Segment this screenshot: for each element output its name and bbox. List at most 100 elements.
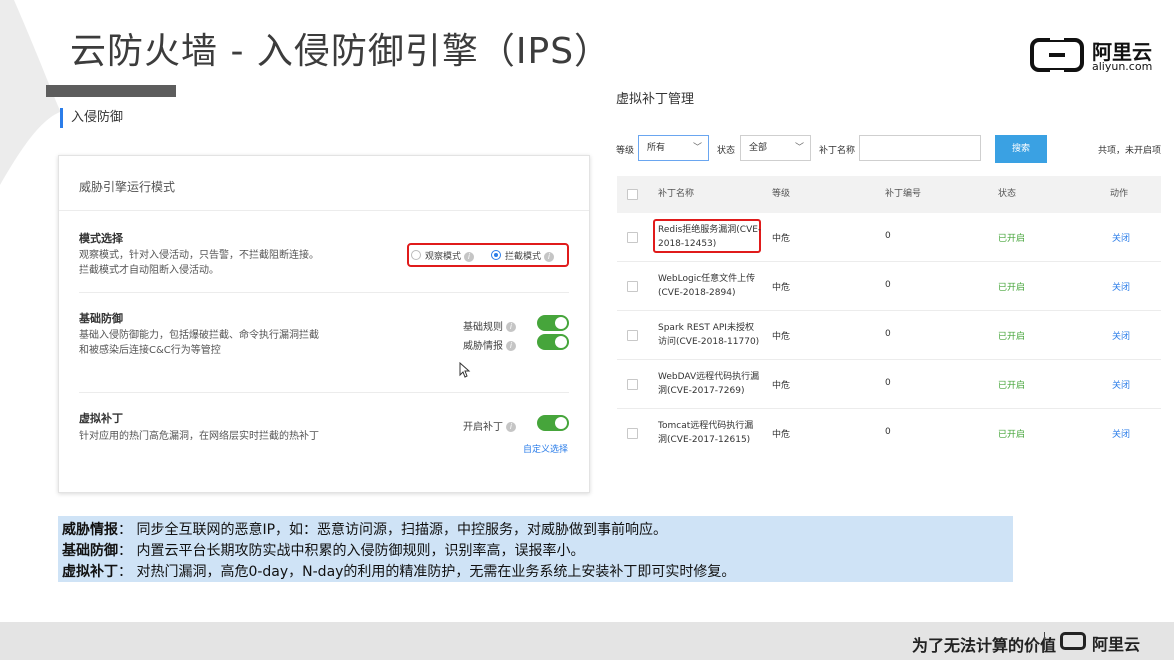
level-select[interactable]: 所有 ﹀: [638, 135, 709, 161]
cell-status: 已开启: [998, 332, 1026, 342]
header-patch-name: 补丁名称: [658, 189, 695, 199]
info-icon: i: [506, 422, 516, 432]
table-row: WebLogic任意文件上传(CVE-2018-2894) 中危 0 已开启 关…: [617, 262, 1161, 311]
table-row: Spark REST API未授权访问(CVE-2018-11770) 中危 0…: [617, 311, 1161, 360]
panel-title: 威胁引擎运行模式: [79, 180, 176, 194]
footer-logo-icon: [1060, 632, 1086, 650]
table-row: WebDAV远程代码执行漏洞(CVE-2017-7269) 中危 0 已开启 关…: [617, 360, 1161, 409]
note-basic-defense: 基础防御： 内置云平台长期攻防实战中积累的入侵防御规则，识别率高，误报率小。: [62, 543, 585, 559]
threat-intel-label: 威胁情报 i: [463, 337, 516, 352]
basic-rules-toggle[interactable]: [537, 315, 569, 331]
cell-status: 已开启: [998, 430, 1026, 440]
cell-level: 中危: [772, 234, 791, 244]
row-checkbox[interactable]: [627, 330, 638, 341]
enable-patch-toggle[interactable]: [537, 415, 569, 431]
cell-status: 已开启: [998, 381, 1026, 391]
aliyun-logo: 阿里云 aliyun.com: [1030, 34, 1160, 78]
close-patch-link[interactable]: 关闭: [1112, 329, 1130, 342]
table-row: Redis拒绝服务漏洞(CVE-2018-12453) 中危 0 已开启 关闭: [617, 213, 1161, 262]
basic-desc-line2: 和被感染后连接C&C行为等管控: [79, 345, 221, 356]
select-all-checkbox[interactable]: [627, 189, 638, 200]
header-level: 等级: [772, 189, 791, 199]
table-header: 补丁名称 等级 补丁编号 状态 动作: [617, 176, 1161, 213]
cell-patch-number: 0: [885, 280, 891, 290]
note-virtual-patch: 虚拟补丁： 对热门漏洞，高危0-day，N-day的利用的精准防护，无需在业务系…: [62, 564, 736, 580]
chevron-down-icon: ﹀: [692, 143, 702, 153]
radio-observe-mode[interactable]: [411, 250, 421, 260]
engine-mode-panel: 威胁引擎运行模式 模式选择 观察模式，针对入侵活动，只告警，不拦截阻断连接。 拦…: [58, 155, 590, 493]
level-select-value: 所有: [647, 143, 666, 153]
custom-select-link[interactable]: 自定义选择: [523, 442, 568, 455]
enable-patch-label: 开启补丁 i: [463, 418, 516, 433]
search-button[interactable]: 搜索: [995, 135, 1047, 163]
radio-label-block[interactable]: 拦截模式 i: [505, 249, 555, 262]
logo-text-en: aliyun.com: [1092, 60, 1153, 73]
row-checkbox[interactable]: [627, 428, 638, 439]
footer-logo-text: 阿里云: [1092, 635, 1141, 654]
footer-separator: [1044, 632, 1045, 650]
close-patch-link[interactable]: 关闭: [1112, 427, 1130, 440]
feature-notes-box: 威胁情报： 同步全互联网的恶意IP，如：恶意访问源，扫描源，中控服务，对威胁做到…: [58, 516, 1013, 582]
cell-patch-number: 0: [885, 378, 891, 388]
cell-status: 已开启: [998, 283, 1026, 293]
radio-label-observe[interactable]: 观察模式 i: [425, 249, 475, 262]
cell-patch-number: 0: [885, 329, 891, 339]
total-count-text: 共项，未开启项: [1098, 146, 1162, 156]
title-underline-bar: [46, 85, 176, 97]
radio-block-mode[interactable]: [491, 250, 501, 260]
virtual-patch-desc: 针对应用的热门高危漏洞，在网络层实时拦截的热补丁: [79, 431, 319, 442]
info-icon: i: [506, 322, 516, 332]
mode-desc-line2: 拦截模式才自动阻断入侵活动。: [79, 265, 219, 276]
patch-name-label: 补丁名称: [819, 146, 856, 156]
threat-intel-toggle[interactable]: [537, 334, 569, 350]
basic-defense-title: 基础防御: [79, 312, 123, 325]
cell-patch-name: Redis拒绝服务漏洞(CVE-2018-12453): [658, 225, 762, 249]
virtual-patch-management-title: 虚拟补丁管理: [616, 92, 695, 107]
info-icon: i: [544, 251, 555, 262]
row-checkbox[interactable]: [627, 281, 638, 292]
divider: [79, 292, 569, 293]
cell-patch-name: Spark REST API未授权访问(CVE-2018-11770): [658, 323, 760, 347]
cell-level: 中危: [772, 381, 791, 391]
status-select[interactable]: 全部 ﹀: [740, 135, 811, 161]
close-patch-link[interactable]: 关闭: [1112, 231, 1130, 244]
cell-patch-name: WebLogic任意文件上传(CVE-2018-2894): [658, 274, 756, 298]
mode-radio-group: 观察模式 i 拦截模式 i: [407, 243, 569, 267]
close-patch-link[interactable]: 关闭: [1112, 280, 1130, 293]
section-title-ips: 入侵防御: [60, 108, 123, 128]
cell-status: 已开启: [998, 234, 1026, 244]
info-icon: i: [506, 341, 516, 351]
table-row: Tomcat远程代码执行漏洞(CVE-2017-12615) 中危 0 已开启 …: [617, 409, 1161, 456]
logo-dash: [1049, 53, 1065, 57]
divider: [79, 392, 569, 393]
header-patch-number: 补丁编号: [885, 189, 922, 199]
header-status: 状态: [998, 189, 1017, 199]
footer-slogan: 为了无法计算的价值: [911, 636, 1056, 655]
slide-title: 云防火墙 - 入侵防御引擎（IPS）: [70, 31, 612, 72]
cell-patch-number: 0: [885, 231, 891, 241]
basic-desc-line1: 基础入侵防御能力，包括爆破拦截、命令执行漏洞拦截: [79, 330, 319, 341]
level-filter-label: 等级: [616, 146, 635, 156]
logo-gap-bottom: [1050, 70, 1064, 76]
mode-select-title: 模式选择: [79, 232, 123, 245]
cell-level: 中危: [772, 283, 791, 293]
mode-desc-line1: 观察模式，针对入侵活动，只告警，不拦截阻断连接。: [79, 250, 319, 261]
slide-footer: 为了无法计算的价值 阿里云: [0, 622, 1174, 660]
cell-patch-number: 0: [885, 427, 891, 437]
patch-table: 补丁名称 等级 补丁编号 状态 动作 Redis拒绝服务漏洞(CVE-2018-…: [617, 176, 1161, 456]
note-threat-intel: 威胁情报： 同步全互联网的恶意IP，如：恶意访问源，扫描源，中控服务，对威胁做到…: [62, 522, 668, 538]
basic-rules-label: 基础规则 i: [463, 318, 516, 333]
cell-level: 中危: [772, 332, 791, 342]
status-filter-label: 状态: [717, 146, 736, 156]
mouse-cursor-icon: [459, 362, 471, 378]
divider: [59, 210, 589, 211]
header-action: 动作: [1110, 189, 1129, 199]
patch-name-input[interactable]: [859, 135, 981, 161]
info-icon: i: [464, 251, 475, 262]
decorative-curve: [0, 0, 60, 185]
row-checkbox[interactable]: [627, 379, 638, 390]
cell-level: 中危: [772, 430, 791, 440]
status-select-value: 全部: [749, 143, 768, 153]
row-checkbox[interactable]: [627, 232, 638, 243]
close-patch-link[interactable]: 关闭: [1112, 378, 1130, 391]
